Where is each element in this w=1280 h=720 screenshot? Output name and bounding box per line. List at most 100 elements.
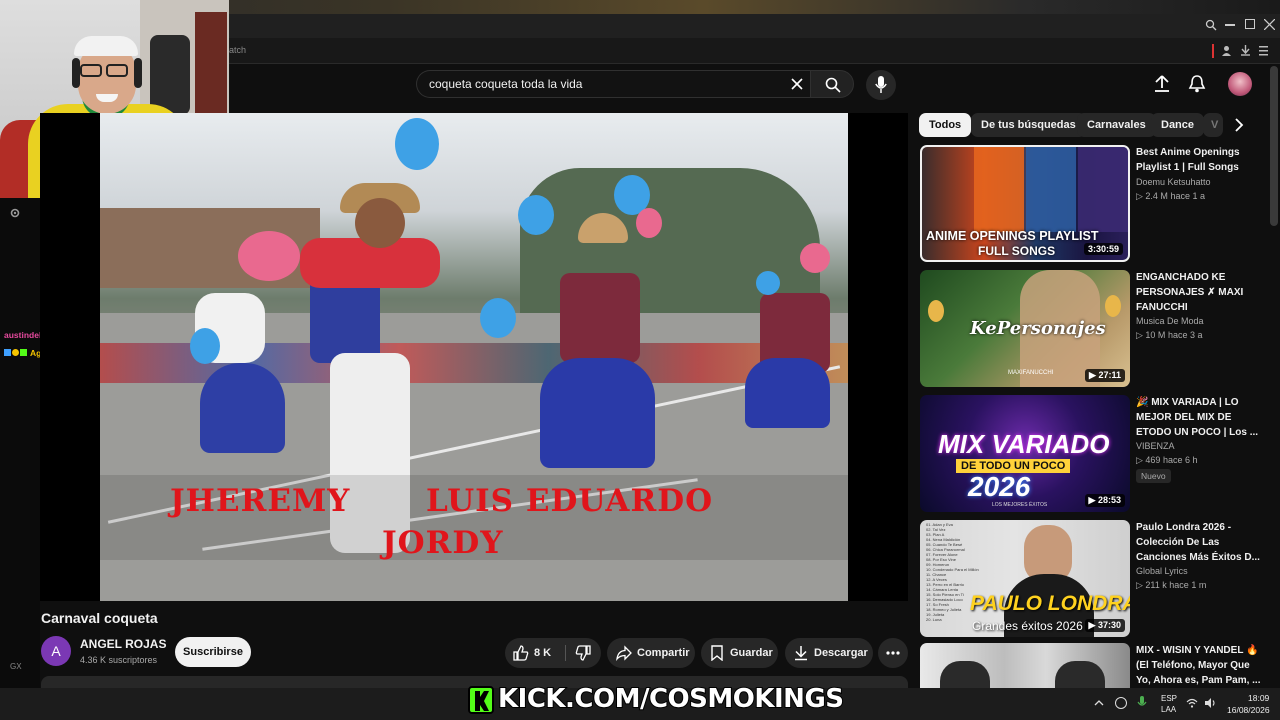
share-icon bbox=[616, 645, 632, 661]
duration-badge: ▶ 27:11 bbox=[1085, 369, 1125, 382]
kick-url: KICK.COM/COSMOKINGS bbox=[497, 683, 845, 715]
related-channel[interactable]: Doemu Ketsuhatto bbox=[1136, 177, 1266, 187]
related-thumbnail[interactable]: MIX VARIADO DE TODO UN POCO 2026 LOS MEJ… bbox=[920, 395, 1130, 512]
chip-more[interactable]: V bbox=[1203, 113, 1223, 137]
views-icon: ▷ bbox=[1136, 455, 1146, 465]
play-icon: ▶ bbox=[1088, 620, 1098, 630]
language-indicator[interactable]: ESP bbox=[1161, 694, 1177, 703]
chip-from-searches[interactable]: De tus búsquedas bbox=[971, 113, 1086, 137]
clock-time[interactable]: 18:09 bbox=[1248, 693, 1269, 703]
channel-name[interactable]: ANGEL ROJAS bbox=[80, 637, 166, 651]
subscribe-button[interactable]: Suscribirse bbox=[175, 637, 251, 667]
tray-chevron-icon[interactable] bbox=[1094, 699, 1104, 706]
view-count: 469 bbox=[1145, 455, 1161, 465]
video-title: Carnaval coqueta bbox=[41, 610, 158, 626]
more-horizontal-icon bbox=[886, 651, 900, 655]
voice-search-button[interactable] bbox=[866, 70, 896, 100]
like-dislike-group: 8 K bbox=[505, 638, 601, 668]
download-button[interactable]: Descargar bbox=[785, 638, 873, 668]
save-label: Guardar bbox=[730, 647, 773, 659]
microphone-icon bbox=[875, 76, 887, 93]
thumbnail-text: PAULO LONDRA bbox=[970, 592, 1130, 615]
chip-carnavales[interactable]: Carnavales bbox=[1077, 113, 1156, 137]
profile-icon[interactable] bbox=[1221, 45, 1232, 56]
badge-icon bbox=[12, 349, 19, 356]
video-overlay-name: JHEREMY bbox=[170, 483, 351, 519]
browser-address-bar[interactable] bbox=[229, 38, 1280, 64]
related-title[interactable]: ENGANCHADO KE PERSONAJES ✗ MAXI FANUCCHI bbox=[1136, 270, 1266, 315]
save-button[interactable]: Guardar bbox=[701, 638, 778, 668]
more-actions-button[interactable] bbox=[878, 638, 908, 668]
clear-search-icon[interactable] bbox=[791, 78, 803, 90]
upload-icon[interactable] bbox=[1154, 75, 1170, 93]
kick-logo-icon bbox=[468, 686, 494, 714]
video-overlay-name: LUIS EDUARDO bbox=[426, 483, 714, 519]
related-title[interactable]: Best Anime Openings Playlist 1 | Full So… bbox=[1136, 145, 1266, 175]
account-avatar[interactable] bbox=[1228, 72, 1252, 96]
play-icon: ▶ bbox=[1088, 495, 1098, 505]
thumbnail-text: MAXIFANUCCHI bbox=[1008, 370, 1054, 376]
badge-icon bbox=[4, 349, 11, 356]
chevron-right-icon[interactable] bbox=[1234, 118, 1244, 132]
volume-icon[interactable] bbox=[1204, 697, 1216, 709]
views-icon: ▷ bbox=[1136, 580, 1146, 590]
browser-tab-text: atch bbox=[229, 45, 247, 55]
search-input[interactable]: coqueta coqueta toda la vida bbox=[416, 70, 810, 98]
close-window-icon[interactable] bbox=[1264, 19, 1275, 30]
related-channel[interactable]: Global Lyrics bbox=[1136, 566, 1266, 576]
extension-divider bbox=[1212, 44, 1214, 58]
browser-menu-icon[interactable] bbox=[1258, 45, 1269, 56]
related-title[interactable]: Paulo Londra 2026 - Colección De Las Can… bbox=[1136, 520, 1266, 565]
thumbs-up-icon bbox=[513, 645, 529, 661]
search-query: coqueta coqueta toda la vida bbox=[429, 77, 583, 91]
related-channel[interactable]: VIBENZA bbox=[1136, 441, 1266, 451]
maximize-icon[interactable] bbox=[1245, 19, 1255, 29]
related-meta: ▷ 469 hace 6 h bbox=[1136, 455, 1266, 466]
upload-age: hace 1 m bbox=[1169, 580, 1207, 590]
duration-badge: ▶ 28:53 bbox=[1084, 494, 1125, 507]
search-icon[interactable] bbox=[1205, 19, 1217, 31]
search-icon bbox=[825, 77, 841, 93]
chip-dance[interactable]: Dance bbox=[1151, 113, 1205, 137]
thumbnail-text: 2026 bbox=[968, 471, 1031, 502]
thumbnail-text: KePersonajes bbox=[970, 318, 1106, 339]
subscriber-count: 4.36 K suscriptores bbox=[80, 655, 158, 665]
downloads-icon[interactable] bbox=[1240, 45, 1251, 56]
video-overlay-name: JORDY bbox=[382, 525, 504, 561]
related-thumbnail[interactable]: 01. Adan y Eva 02. Tal Vez 03. Plan A 04. N… bbox=[920, 520, 1130, 637]
views-icon: ▷ bbox=[1136, 330, 1146, 340]
search-button[interactable] bbox=[810, 70, 854, 98]
view-count: 211 k bbox=[1145, 580, 1167, 590]
clock-date[interactable]: 16/08/2026 bbox=[1227, 705, 1270, 715]
scrollbar-thumb[interactable] bbox=[1270, 66, 1278, 226]
minimize-icon[interactable] bbox=[1225, 24, 1235, 26]
like-button[interactable]: 8 K bbox=[505, 638, 561, 668]
wifi-icon[interactable] bbox=[1186, 698, 1198, 708]
new-badge: Nuevo bbox=[1136, 469, 1171, 483]
related-meta: ▷ 211 k hace 1 m bbox=[1136, 580, 1266, 591]
bookmark-icon bbox=[711, 645, 723, 661]
download-icon bbox=[795, 646, 807, 661]
kick-banner: KICK.COM/COSMOKINGS bbox=[468, 683, 845, 716]
related-thumbnail[interactable]: KePersonajes MAXIFANUCCHI ▶ 27:11 bbox=[920, 270, 1130, 387]
tray-network-icon[interactable] bbox=[1115, 697, 1127, 709]
related-title[interactable]: MIX - WISIN Y YANDEL 🔥 (El Teléfono, May… bbox=[1136, 643, 1266, 688]
share-button[interactable]: Compartir bbox=[607, 638, 695, 668]
notifications-bell-icon[interactable] bbox=[1188, 75, 1206, 93]
dislike-button[interactable] bbox=[567, 638, 601, 668]
related-channel[interactable]: Musica De Moda bbox=[1136, 316, 1266, 326]
chip-all[interactable]: Todos bbox=[919, 113, 972, 137]
tray-mic-icon[interactable] bbox=[1137, 696, 1147, 710]
video-frame[interactable]: JHEREMY LUIS EDUARDO JORDY bbox=[100, 113, 848, 601]
duration-badge: 3:30:59 bbox=[1083, 243, 1123, 255]
related-thumbnail[interactable]: ANIME OPENINGS PLAYLIST FULL SONGS 3:30:… bbox=[920, 145, 1130, 262]
related-thumbnail[interactable] bbox=[920, 643, 1130, 688]
related-title[interactable]: 🎉 MIX VARIADA | LO MEJOR DEL MIX DE ETOD… bbox=[1136, 395, 1266, 440]
related-meta: ▷ 10 M hace 3 a bbox=[1136, 330, 1266, 341]
channel-avatar[interactable]: A bbox=[41, 636, 71, 666]
settings-gear-icon[interactable] bbox=[9, 207, 21, 219]
upload-age: hace 6 h bbox=[1162, 455, 1198, 465]
upload-age: hace 3 a bbox=[1167, 330, 1203, 340]
thumbs-down-icon bbox=[575, 645, 591, 661]
language-variant[interactable]: LAA bbox=[1161, 705, 1176, 714]
